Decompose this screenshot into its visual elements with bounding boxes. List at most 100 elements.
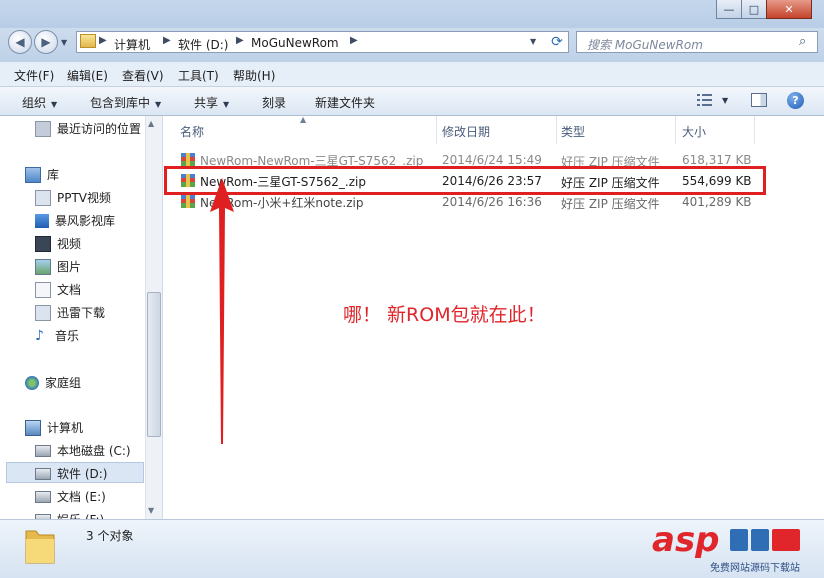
new-folder-button[interactable]: 新建文件夹 bbox=[315, 94, 375, 111]
nav-xunlei-downloads[interactable]: 迅雷下载 bbox=[35, 304, 105, 321]
column-header-size[interactable]: 大小 bbox=[682, 123, 706, 140]
drive-icon bbox=[35, 467, 51, 480]
view-dropdown-icon[interactable]: ▼ bbox=[722, 96, 728, 105]
menu-view[interactable]: 查看(V) bbox=[122, 67, 164, 84]
search-icon[interactable]: ⌕ bbox=[799, 34, 806, 49]
nav-pptv-video[interactable]: PPTV视频 bbox=[35, 189, 111, 206]
close-icon: ✕ bbox=[784, 2, 794, 16]
nav-recent-places[interactable]: 最近访问的位置 bbox=[35, 120, 141, 137]
nav-drive-d[interactable]: 软件 (D:) bbox=[35, 465, 107, 482]
breadcrumb-drive-d[interactable]: 软件 (D:) bbox=[178, 36, 228, 53]
watermark-glyph bbox=[772, 529, 800, 551]
music-icon: ♪ bbox=[35, 327, 44, 344]
file-type: 好压 ZIP 压缩文件 bbox=[561, 197, 660, 211]
nav-label: 家庭组 bbox=[45, 376, 82, 390]
recent-pages-dropdown-icon[interactable]: ▼ bbox=[61, 38, 67, 47]
watermark-badge bbox=[730, 525, 814, 555]
nav-baofeng-video[interactable]: 暴风影视库 bbox=[35, 212, 115, 229]
forward-button[interactable]: ▶ bbox=[34, 30, 58, 54]
column-divider[interactable] bbox=[675, 116, 676, 144]
back-button[interactable]: ◀ bbox=[8, 30, 32, 54]
preview-pane-icon[interactable] bbox=[751, 93, 767, 107]
menu-help[interactable]: 帮助(H) bbox=[233, 67, 275, 84]
file-size: 618,317 KB bbox=[682, 153, 752, 167]
breadcrumb-separator-icon[interactable]: ▶ bbox=[236, 35, 244, 46]
folder-large-icon bbox=[24, 525, 56, 565]
nav-drive-c[interactable]: 本地磁盘 (C:) bbox=[35, 442, 131, 459]
breadcrumb-separator-icon[interactable]: ▶ bbox=[163, 35, 171, 46]
breadcrumb-computer[interactable]: 计算机 bbox=[114, 36, 150, 53]
watermark-subtitle: 免费网站源码下载站 bbox=[710, 563, 800, 574]
dropdown-arrow-icon: ▼ bbox=[51, 100, 58, 109]
file-modified: 2014/6/24 15:49 bbox=[442, 153, 542, 167]
nav-label: 迅雷下载 bbox=[57, 306, 106, 320]
nav-videos[interactable]: 视频 bbox=[35, 235, 81, 252]
scroll-up-icon[interactable]: ▲ bbox=[148, 119, 154, 128]
minimize-button[interactable]: — bbox=[716, 0, 742, 19]
item-count: 3 个对象 bbox=[86, 529, 134, 543]
organize-button[interactable]: 组织 ▼ bbox=[22, 94, 57, 111]
nav-label: 软件 (D:) bbox=[57, 467, 108, 481]
menu-edit[interactable]: 编辑(E) bbox=[67, 67, 108, 84]
sort-ascending-icon: ▲ bbox=[300, 115, 307, 124]
nav-label: 最近访问的位置 bbox=[57, 122, 142, 136]
dropdown-arrow-icon: ▼ bbox=[223, 100, 230, 109]
nav-label: 暴风影视库 bbox=[55, 214, 116, 228]
menu-file[interactable]: 文件(F) bbox=[14, 67, 54, 84]
nav-documents[interactable]: 文档 bbox=[35, 281, 81, 298]
nav-music[interactable]: ♪ 音乐 bbox=[35, 327, 79, 344]
search-input[interactable]: 搜索 MoGuNewRom bbox=[587, 36, 703, 53]
homegroup-icon bbox=[25, 375, 39, 390]
nav-label: 视频 bbox=[57, 237, 82, 251]
column-divider[interactable] bbox=[436, 116, 437, 144]
video-icon bbox=[35, 235, 51, 252]
close-button[interactable]: ✕ bbox=[766, 0, 812, 19]
scrollbar-thumb[interactable] bbox=[147, 292, 161, 437]
watermark-glyph bbox=[751, 529, 769, 551]
burn-button[interactable]: 刻录 bbox=[262, 94, 286, 111]
nav-label: 库 bbox=[47, 168, 60, 182]
help-icon[interactable]: ? bbox=[787, 92, 804, 109]
computer-icon bbox=[25, 419, 41, 436]
nav-clip: 娱乐 (F:) bbox=[0, 508, 145, 519]
nav-label: 文档 (E:) bbox=[57, 490, 106, 504]
scroll-down-icon[interactable]: ▼ bbox=[148, 506, 154, 515]
nav-drive-e[interactable]: 文档 (E:) bbox=[35, 488, 106, 505]
library-folder-icon bbox=[35, 304, 51, 321]
nav-library[interactable]: 库 bbox=[25, 166, 59, 183]
address-dropdown-icon[interactable]: ▼ bbox=[530, 37, 536, 46]
column-divider[interactable] bbox=[754, 116, 755, 144]
nav-label: 文档 bbox=[57, 283, 82, 297]
share-button[interactable]: 共享 ▼ bbox=[194, 94, 229, 111]
breadcrumb-separator-icon[interactable]: ▶ bbox=[350, 35, 358, 46]
breadcrumb-mogunewrom[interactable]: MoGuNewRom bbox=[251, 36, 339, 50]
nav-pictures[interactable]: 图片 bbox=[35, 258, 81, 275]
nav-drive-f[interactable]: 娱乐 (F:) bbox=[35, 511, 104, 519]
breadcrumb-separator-icon[interactable]: ▶ bbox=[99, 35, 107, 46]
menu-tools[interactable]: 工具(T) bbox=[178, 67, 219, 84]
annotation-highlight-box bbox=[164, 166, 766, 195]
column-divider[interactable] bbox=[556, 116, 557, 144]
column-header-name[interactable]: 名称 bbox=[180, 123, 204, 140]
drive-icon bbox=[35, 490, 51, 503]
annotation-text: 哪！ 新ROM包就在此！ bbox=[343, 304, 546, 326]
nav-label: 本地磁盘 (C:) bbox=[57, 444, 131, 458]
column-header-type[interactable]: 类型 bbox=[561, 123, 585, 140]
minimize-icon: — bbox=[723, 2, 735, 16]
column-header-modified[interactable]: 修改日期 bbox=[442, 123, 490, 140]
nav-label: 计算机 bbox=[47, 421, 84, 435]
maximize-button[interactable]: □ bbox=[741, 0, 767, 19]
nav-label: 音乐 bbox=[55, 329, 80, 343]
refresh-icon[interactable]: ⟳ bbox=[546, 32, 568, 52]
nav-homegroup[interactable]: 家庭组 bbox=[25, 374, 81, 391]
recent-places-icon bbox=[35, 120, 51, 137]
library-folder-icon bbox=[35, 189, 51, 206]
nav-label: 娱乐 (F:) bbox=[57, 511, 104, 519]
organize-label: 组织 bbox=[22, 96, 47, 110]
include-in-library-button[interactable]: 包含到库中 ▼ bbox=[90, 94, 161, 111]
zip-archive-icon bbox=[180, 194, 196, 210]
library-icon bbox=[25, 166, 41, 183]
view-options-icon[interactable] bbox=[697, 93, 713, 107]
nav-computer[interactable]: 计算机 bbox=[25, 419, 83, 436]
annotation-arrow bbox=[210, 178, 234, 444]
